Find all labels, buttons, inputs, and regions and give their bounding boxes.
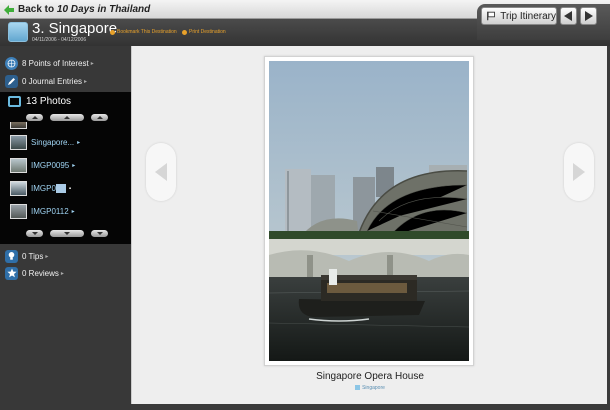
triangle-left-icon (564, 11, 572, 21)
reviews-label: 0 Reviews (22, 268, 59, 278)
photo-list-item[interactable]: IMGP0095 ▸ (10, 157, 75, 174)
bookmark-label: Bookmark This Destination (117, 29, 177, 35)
destination-title: 3. Singapore (32, 20, 118, 37)
chevron-left-icon (155, 163, 167, 181)
previous-photo-button[interactable] (146, 143, 176, 201)
triangle-right-icon (585, 11, 593, 21)
location-icon (355, 385, 361, 391)
photo-thumbnail (10, 204, 27, 219)
chevron-right-icon: ▪ (68, 185, 72, 192)
scroll-up-icon (31, 116, 38, 119)
photos-count-label: 13 Photos (26, 96, 72, 107)
photo-viewer: Singapore Opera House Singapore (131, 46, 607, 404)
photo-location[interactable]: Singapore (132, 385, 608, 391)
photo-list-item[interactable]: Singapore... ▸ (10, 134, 80, 151)
page-down-icon (64, 232, 70, 235)
next-photo-button[interactable] (564, 143, 594, 201)
print-label: Print Destination (189, 29, 226, 35)
trip-itinerary-button[interactable]: Trip Itinerary (481, 7, 557, 25)
chevron-right-icon: ▸ (84, 78, 88, 85)
photo-icon (8, 96, 21, 107)
photo-frame (264, 56, 474, 366)
sidebar: 8 Points of Interest ▸ 0 Journal Entries… (0, 46, 136, 410)
back-trip-name: 10 Days in Thailand (56, 4, 151, 15)
top-arrow-icon (96, 116, 103, 119)
photo-list-item[interactable]: IMGP0112 ▸ (10, 203, 75, 220)
photo-thumbnail (10, 158, 27, 173)
chevron-right-icon (573, 163, 585, 181)
scroll-page-down-button[interactable] (50, 230, 84, 237)
bottom-arrow-icon (96, 232, 103, 235)
trip-itinerary-label: Trip Itinerary (500, 10, 556, 22)
journal-entries-label: 0 Journal Entries (22, 76, 83, 86)
scroll-top-button[interactable] (91, 114, 108, 121)
flag-icon (487, 11, 495, 21)
sidebar-item-reviews[interactable]: 0 Reviews ▸ (5, 265, 64, 281)
photo-name: Singapore... (31, 138, 75, 147)
chevron-right-icon: ▸ (60, 270, 64, 277)
main-photo[interactable] (269, 61, 469, 361)
bookmark-destination-link[interactable]: Bookmark This Destination (110, 29, 177, 35)
scroll-down-button[interactable] (26, 230, 43, 237)
chevron-right-icon: ▸ (72, 163, 76, 169)
destination-dates: 04/11/2006 - 04/12/2006 (32, 37, 87, 43)
back-arrow-icon (4, 4, 14, 15)
photo-thumbnail (10, 135, 27, 150)
star-icon (5, 266, 18, 280)
back-prefix: Back to (18, 4, 55, 15)
selection-highlight (55, 184, 66, 193)
back-to-trip-link[interactable]: Back to 10 Days in Thailand (3, 2, 150, 17)
scroll-bottom-button[interactable] (91, 230, 108, 237)
photo-name: IMGP0095 (31, 161, 70, 170)
chevron-right-icon: ▸ (90, 60, 94, 67)
photo-caption: Singapore Opera House (316, 371, 424, 382)
photos-panel: 13 Photos Singapore... ▸ IMGP0095 ▸ IMGP… (0, 92, 136, 244)
print-icon (182, 29, 187, 35)
chevron-right-icon: ▸ (71, 209, 75, 215)
photos-header[interactable]: 13 Photos (8, 96, 71, 107)
globe-icon (5, 56, 18, 70)
chevron-right-icon: ▸ (45, 253, 49, 260)
lightbulb-icon (5, 249, 18, 263)
pencil-icon (5, 74, 18, 88)
chevron-right-icon: ▸ (77, 140, 81, 146)
photo-thumb-partial[interactable] (10, 122, 27, 129)
destination-icon (8, 22, 28, 42)
photo-thumbnail (10, 181, 27, 196)
photo-list-item[interactable]: IMGP0 ▪ (10, 180, 71, 197)
bookmark-icon (110, 29, 115, 35)
scroll-down-icon (31, 232, 38, 235)
sidebar-item-tips[interactable]: 0 Tips ▸ (5, 248, 48, 264)
scroll-page-up-button[interactable] (50, 114, 84, 121)
print-destination-link[interactable]: Print Destination (182, 29, 226, 35)
previous-destination-button[interactable] (560, 7, 577, 25)
sidebar-item-journal-entries[interactable]: 0 Journal Entries ▸ (5, 73, 87, 89)
page-up-icon (64, 116, 70, 119)
next-destination-button[interactable] (580, 7, 597, 25)
points-of-interest-label: 8 Points of Interest (22, 58, 89, 68)
photo-name: IMGP0 (31, 184, 56, 193)
scroll-up-button[interactable] (26, 114, 43, 121)
sidebar-item-points-of-interest[interactable]: 8 Points of Interest ▸ (5, 55, 94, 71)
tips-label: 0 Tips (22, 251, 44, 261)
photo-name: IMGP0112 (31, 207, 69, 216)
photo-location-label: Singapore (362, 385, 385, 391)
